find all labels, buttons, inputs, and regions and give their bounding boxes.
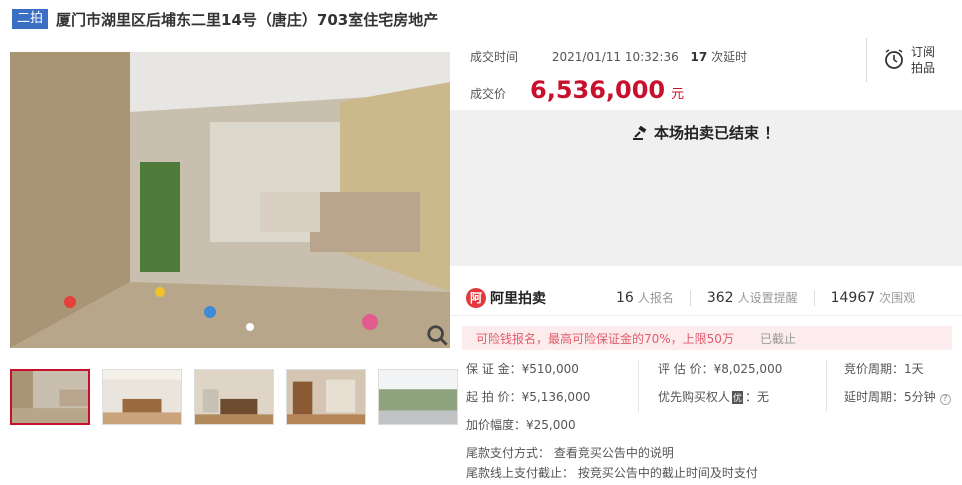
notice-text: 可险钱报名，最高可险保证金的70%，上限50万 xyxy=(476,331,734,346)
living-room-photo xyxy=(10,52,450,348)
payment-method: 尾款支付方式： 查看竞买公告中的说明 xyxy=(466,446,674,460)
thumbnail-strip xyxy=(10,369,458,425)
deal-time-value: 2021/01/11 10:32:36 xyxy=(551,50,679,64)
delay-count: 17 xyxy=(690,50,708,64)
divider xyxy=(689,289,691,306)
divider xyxy=(826,360,827,412)
priority-buyer: 优先购买权人优：无 xyxy=(658,390,770,404)
deal-price: 6,536,000 xyxy=(530,76,666,104)
deal-time-row: 成交时间 2021/01/11 10:32:36 17 次延时 xyxy=(470,48,747,65)
alipaimai-logo-icon: 阿 xyxy=(466,287,486,308)
page-title: 厦门市湖里区后埔东二里14号（唐庄）703室住宅房地产 xyxy=(56,10,439,29)
alipaimai-brand[interactable]: 阿 阿里拍卖 xyxy=(466,287,616,308)
stats-bar: 阿 阿里拍卖 16 人报名 362 人设置提醒 14967 次围观 xyxy=(450,280,962,316)
zoom-icon[interactable] xyxy=(426,324,448,346)
views-stat: 14967 次围观 xyxy=(830,290,916,306)
start-price: 起 拍 价：¥5,136,000 xyxy=(466,390,591,404)
help-icon[interactable]: ? xyxy=(939,393,951,405)
gavel-icon xyxy=(632,124,654,142)
deal-price-label: 成交价 xyxy=(470,87,507,101)
thumbnail-4[interactable] xyxy=(286,369,366,425)
divider xyxy=(813,289,815,306)
auction-ended-message: 本场拍卖已结束 ！ xyxy=(450,122,962,143)
thumbnail-3[interactable] xyxy=(194,369,274,425)
deal-price-row: 成交价 6,536,000 元 xyxy=(470,76,684,104)
priority-tag: 优 xyxy=(732,391,744,404)
signups-stat: 16 人报名 xyxy=(616,290,674,306)
subscribe-label: 订阅 拍品 xyxy=(911,45,936,75)
brand-name: 阿里拍卖 xyxy=(490,290,546,307)
deal-price-unit: 元 xyxy=(671,87,685,102)
deal-time-label: 成交时间 xyxy=(470,50,519,64)
payment-deadline: 尾款线上支付截止： 按竞买公告中的截止时间及时支付 xyxy=(466,466,758,480)
increment: 加价幅度：¥25,000 xyxy=(466,418,576,432)
thumbnail-5[interactable] xyxy=(378,369,458,425)
delay-label: 次延时 xyxy=(711,50,748,64)
alarm-clock-icon xyxy=(883,48,905,73)
thumbnail-1[interactable] xyxy=(10,369,90,425)
reminders-stat: 362 人设置提醒 xyxy=(706,290,798,306)
subscribe-button[interactable]: 订阅 拍品 xyxy=(866,38,962,82)
notice-status: 已截止 xyxy=(759,331,796,346)
appraisal: 评 估 价：¥8,025,000 xyxy=(658,362,783,376)
divider xyxy=(638,360,639,412)
bid-period: 竞价周期：1天 xyxy=(844,362,924,376)
delay-period: 延时周期：5分钟? xyxy=(844,388,951,405)
auction-round-badge: 二拍 xyxy=(12,9,49,29)
loan-signup-notice: 可险钱报名，最高可险保证金的70%，上限50万 已截止 xyxy=(462,326,952,350)
deposit: 保 证 金：¥510,000 xyxy=(466,362,579,376)
thumbnail-2[interactable] xyxy=(102,369,182,425)
auction-ended-panel: 本场拍卖已结束 ！ xyxy=(450,110,962,266)
title-row: 二拍 厦门市湖里区后埔东二里14号（唐庄）703室住宅房地产 xyxy=(12,8,438,30)
main-photo[interactable] xyxy=(10,52,450,348)
